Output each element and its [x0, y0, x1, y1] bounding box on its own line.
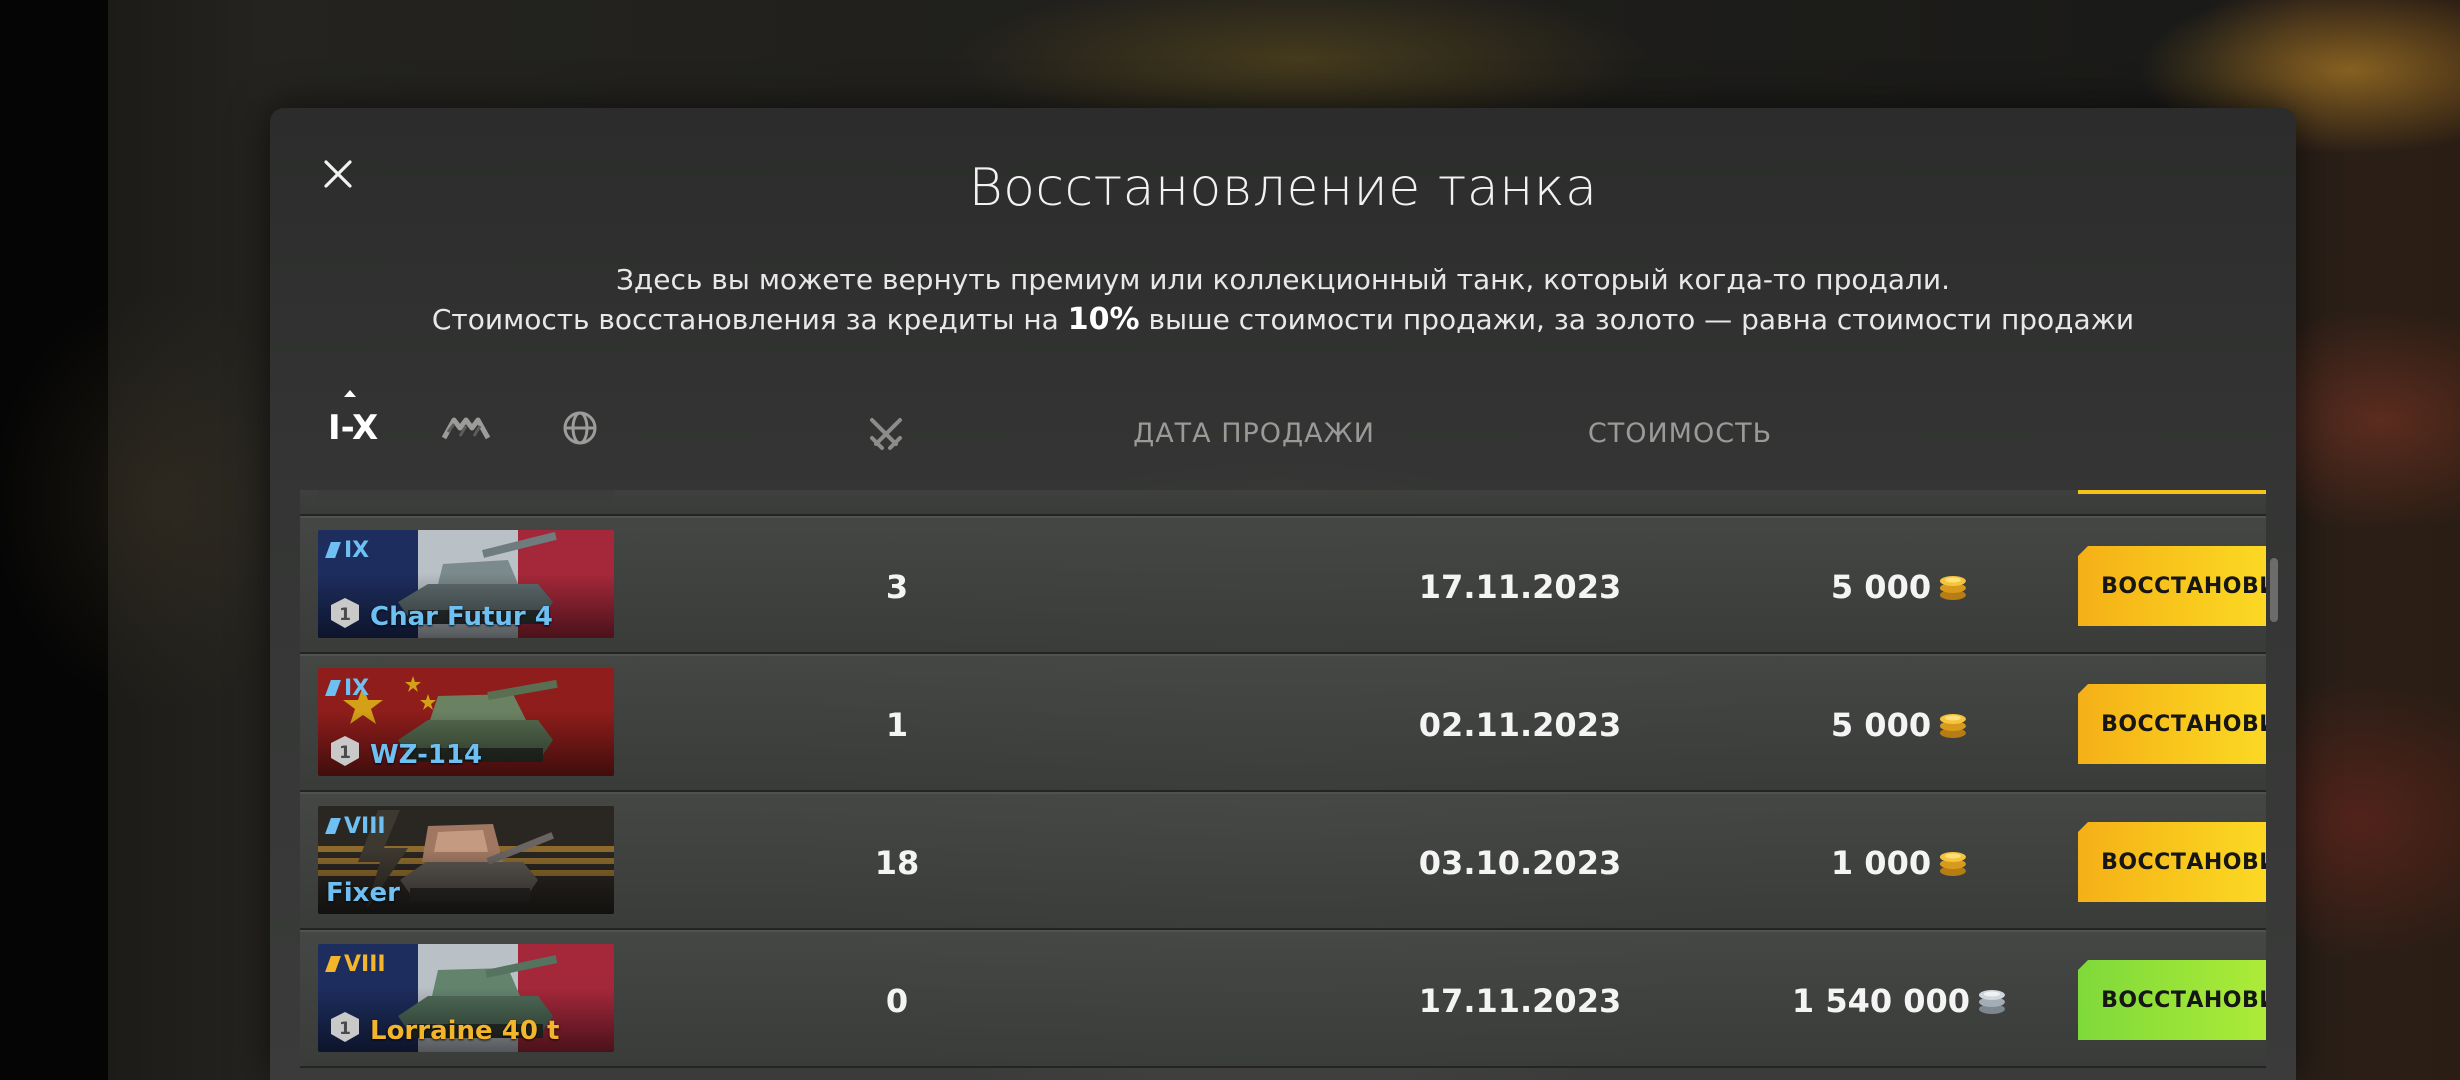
mastery-badge-icon: 1 — [331, 1012, 359, 1042]
cost-value: 5 000 — [1831, 706, 1969, 744]
tank-name: Fixer — [326, 878, 400, 908]
tier-label: VIII — [325, 952, 386, 977]
battles-value: 0 — [885, 982, 909, 1020]
restore-button[interactable]: ВОССТАНОВИТЬ — [2078, 546, 2266, 626]
cost-column-header[interactable]: СТОИМОСТЬ — [1588, 418, 1772, 449]
dialog-description: Здесь вы можете вернуть премиум или колл… — [270, 260, 2296, 340]
battles-value: 18 — [874, 844, 920, 882]
sale-date: 17.11.2023 — [1418, 568, 1622, 606]
description-line-2: Стоимость восстановления за кредиты на 1… — [431, 302, 2135, 337]
gold-coin-icon — [1940, 714, 1967, 738]
battles-value: 3 — [885, 568, 909, 606]
restore-tank-dialog: Восстановление танка Здесь вы можете вер… — [270, 108, 2296, 1080]
mastery-badge-icon: 1 — [331, 598, 359, 628]
tier-label: IX — [325, 538, 369, 563]
list-scrollbar[interactable] — [2270, 558, 2278, 622]
table-row[interactable]: IX 1 WZ-114 1 02.11.2023 5 000 ВОССТАНОВ… — [300, 654, 2266, 792]
cost-value: 5 000 — [1831, 568, 1969, 606]
tank-card: VIII 1 Lorraine 40 t — [318, 944, 614, 1052]
table-row[interactable]: VIII 1 Lorraine 40 t 0 17.11.2023 1 540 … — [300, 930, 2266, 1068]
tank-card: IX 1 Char Futur 4 — [318, 530, 614, 638]
restore-button[interactable]: ВОССТАНОВИТЬ — [2078, 960, 2266, 1040]
credits-coin-icon — [1979, 990, 2006, 1014]
dialog-title: Восстановление танка — [968, 158, 1598, 218]
cost-value: 1 540 000 — [1792, 982, 2008, 1020]
svg-text:1: 1 — [339, 605, 351, 625]
premium-diamond-icon — [325, 542, 341, 558]
premium-diamond-icon — [325, 680, 341, 696]
description-line-1: Здесь вы можете вернуть премиум или колл… — [615, 263, 1951, 296]
tank-list[interactable]: IX 1 Char Futur 4 3 17.11.2023 5 000 ВОС… — [300, 490, 2266, 1080]
table-row-partial — [300, 490, 2266, 516]
sale-date: 17.11.2023 — [1418, 982, 1622, 1020]
svg-text:1: 1 — [339, 1019, 351, 1039]
tank-name: Lorraine 40 t — [370, 1016, 560, 1046]
crossed-swords-icon[interactable] — [866, 414, 906, 454]
globe-icon[interactable] — [554, 408, 606, 448]
gold-coin-icon — [1940, 576, 1967, 600]
gold-coin-icon — [1940, 852, 1967, 876]
premium-diamond-icon — [325, 818, 341, 834]
restore-button[interactable]: ВОССТАНОВИТЬ — [2078, 684, 2266, 764]
sale-date: 03.10.2023 — [1418, 844, 1622, 882]
restore-button[interactable]: ВОССТАНОВИТЬ — [2078, 822, 2266, 902]
tank-card — [318, 490, 614, 502]
cost-value: 1 000 — [1831, 844, 1969, 882]
sale-date-column-header[interactable]: ДАТА ПРОДАЖИ — [1133, 418, 1375, 449]
mastery-badge-icon: 1 — [331, 736, 359, 766]
battles-value: 1 — [885, 706, 909, 744]
vehicle-type-icon[interactable] — [440, 408, 492, 448]
tier-filter-button[interactable]: I-X — [328, 390, 378, 448]
table-row[interactable]: VIII Fixer 18 03.10.2023 1 000 ВОССТАНОВ… — [300, 792, 2266, 930]
markup-percent: 10% — [1067, 302, 1140, 337]
svg-text:1: 1 — [339, 743, 351, 763]
sort-caret-icon — [344, 390, 356, 397]
table-header: I-X ДАТА ПРОДАЖИ СТОИМОСТЬ — [300, 390, 2266, 456]
tank-name: WZ-114 — [370, 740, 483, 770]
table-row[interactable]: IX 1 Char Futur 4 3 17.11.2023 5 000 ВОС… — [300, 516, 2266, 654]
tank-name: Char Futur 4 — [370, 602, 553, 632]
premium-diamond-icon — [325, 956, 341, 972]
tier-label: VIII — [325, 814, 386, 839]
restore-button-partial[interactable] — [2078, 490, 2266, 494]
tank-card: IX 1 WZ-114 — [318, 668, 614, 776]
sale-date: 02.11.2023 — [1418, 706, 1622, 744]
tank-card: VIII Fixer — [318, 806, 614, 914]
tier-label: IX — [325, 676, 369, 701]
